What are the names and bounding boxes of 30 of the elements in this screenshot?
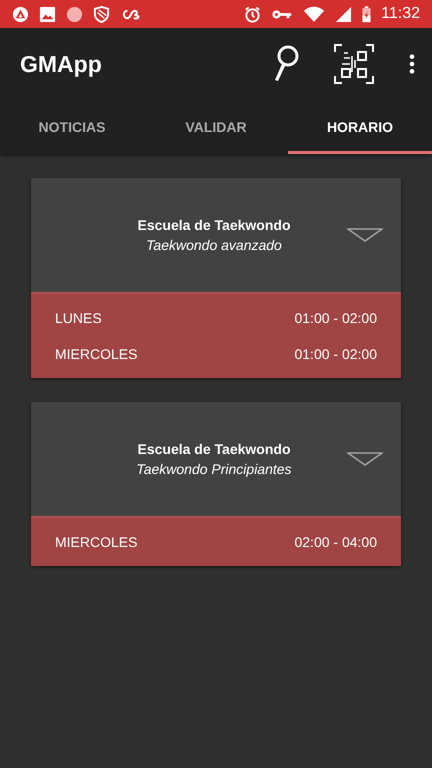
time-range: 01:00 - 02:00 [294, 310, 377, 326]
tab[interactable]: NOTICIAS [0, 100, 144, 154]
day-label: MIERCOLES [55, 346, 138, 362]
triangle-down-icon[interactable] [347, 228, 383, 242]
tab[interactable]: HORARIO [288, 100, 432, 154]
qr-scan-icon[interactable] [334, 44, 374, 84]
card-subtitle: Taekwondo Principiantes [136, 461, 292, 477]
app-title: GMApp [20, 50, 102, 78]
time-range: 02:00 - 04:00 [294, 534, 377, 550]
wifi-icon [303, 6, 326, 22]
battery-icon [362, 6, 372, 22]
status-time: 11:32 [381, 5, 420, 23]
image-icon [39, 6, 56, 22]
card-title: Escuela de Taekwondo [137, 217, 290, 233]
day-label: MIERCOLES [55, 534, 138, 550]
day-label: LUNES [55, 310, 102, 326]
card-header[interactable]: Escuela de Taekwondo Taekwondo Principiantes [31, 402, 401, 516]
alarm-icon [244, 6, 262, 22]
warning-icon [12, 6, 29, 22]
signal-icon [335, 6, 352, 22]
circle-icon [66, 6, 83, 22]
triangle-down-icon[interactable] [347, 452, 383, 466]
more-menu-icon[interactable] [408, 53, 416, 75]
tab[interactable]: VALIDAR [144, 100, 288, 154]
card-header[interactable]: Escuela de Taekwondo Taekwondo avanzado [31, 178, 401, 292]
search-icon[interactable] [272, 44, 300, 84]
shield-icon [93, 6, 110, 22]
card-title: Escuela de Taekwondo [137, 441, 290, 457]
card-subtitle: Taekwondo avanzado [146, 237, 282, 253]
time-range: 01:00 - 02:00 [294, 346, 377, 362]
